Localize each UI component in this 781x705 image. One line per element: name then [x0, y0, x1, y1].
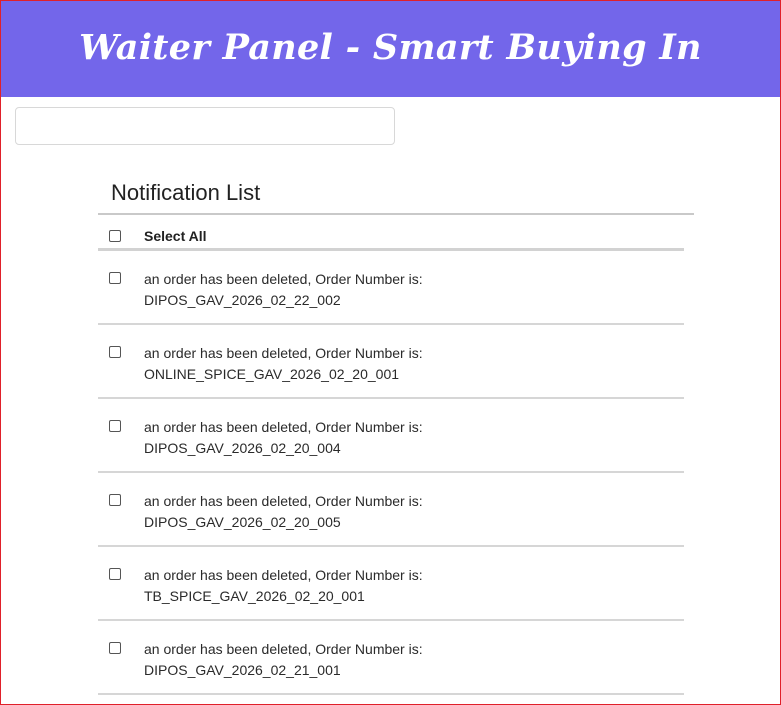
notification-list-title: Notification List	[98, 173, 694, 215]
notification-text: an order has been deleted, Order Number …	[144, 419, 423, 435]
app-header: Waiter Panel - Smart Buying In	[1, 1, 780, 97]
list-item: an order has been deleted, Order Number …	[98, 399, 684, 473]
list-item: an order has been deleted, Order Number …	[98, 621, 684, 695]
notification-list: Select All an order has been deleted, Or…	[98, 215, 684, 695]
page-title: Waiter Panel - Smart Buying In	[79, 26, 702, 68]
order-number: DIPOS_GAV_2026_02_20_004	[144, 440, 341, 456]
order-number: DIPOS_GAV_2026_02_21_001	[144, 662, 341, 678]
search-input[interactable]	[15, 107, 395, 145]
item-checkbox[interactable]	[109, 494, 121, 506]
notification-text: an order has been deleted, Order Number …	[144, 271, 423, 287]
order-number: DIPOS_GAV_2026_02_22_002	[144, 292, 341, 308]
notification-message: an order has been deleted, Order Number …	[144, 639, 423, 681]
list-item: an order has been deleted, Order Number …	[98, 473, 684, 547]
notification-panel: Notification List Select All an order ha…	[98, 173, 694, 695]
notification-text: an order has been deleted, Order Number …	[144, 641, 423, 657]
item-checkbox[interactable]	[109, 272, 121, 284]
item-checkbox[interactable]	[109, 346, 121, 358]
list-item: an order has been deleted, Order Number …	[98, 325, 684, 399]
notification-message: an order has been deleted, Order Number …	[144, 343, 423, 385]
order-number: TB_SPICE_GAV_2026_02_20_001	[144, 588, 365, 604]
notification-text: an order has been deleted, Order Number …	[144, 493, 423, 509]
app-window: Waiter Panel - Smart Buying In Notificat…	[0, 0, 781, 705]
notification-message: an order has been deleted, Order Number …	[144, 491, 423, 533]
item-checkbox[interactable]	[109, 642, 121, 654]
order-number: DIPOS_GAV_2026_02_20_005	[144, 514, 341, 530]
order-number: ONLINE_SPICE_GAV_2026_02_20_001	[144, 366, 400, 382]
item-checkbox[interactable]	[109, 568, 121, 580]
item-checkbox[interactable]	[109, 420, 121, 432]
notification-message: an order has been deleted, Order Number …	[144, 565, 423, 607]
select-all-label: Select All	[144, 228, 207, 244]
list-item: an order has been deleted, Order Number …	[98, 547, 684, 621]
select-all-row: Select All	[98, 215, 684, 251]
notification-message: an order has been deleted, Order Number …	[144, 269, 423, 311]
notification-text: an order has been deleted, Order Number …	[144, 567, 423, 583]
select-all-checkbox[interactable]	[109, 230, 121, 242]
notification-text: an order has been deleted, Order Number …	[144, 345, 423, 361]
list-item: an order has been deleted, Order Number …	[98, 251, 684, 325]
notification-message: an order has been deleted, Order Number …	[144, 417, 423, 459]
